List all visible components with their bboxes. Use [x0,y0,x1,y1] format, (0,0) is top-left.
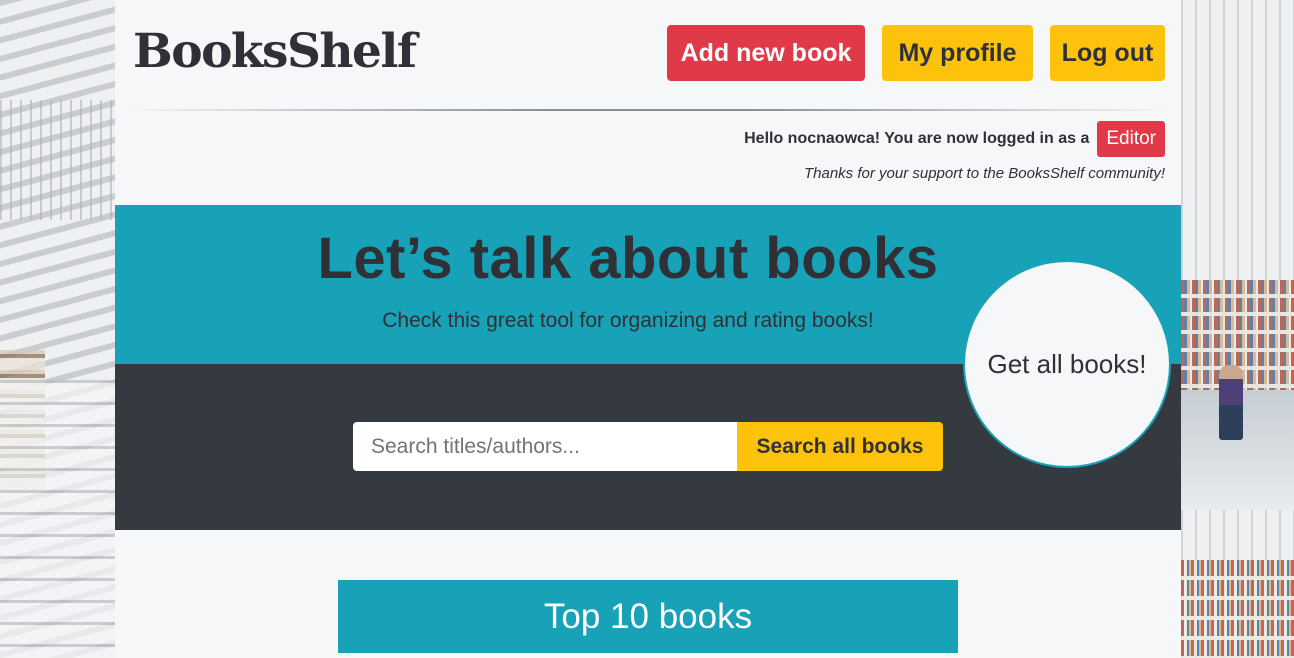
top-books-heading: Top 10 books [338,580,958,653]
bookshelf-decoration-lower [1181,560,1294,658]
background-photo-right [1181,0,1294,658]
search-input[interactable] [353,422,737,471]
header-nav: Add new book My profile Log out [667,25,1165,81]
railing-decoration [0,100,115,220]
search-all-books-button[interactable]: Search all books [737,422,943,471]
greeting-text: Hello nocnaowca! You are now logged in a… [744,130,1090,147]
get-all-books-button[interactable]: Get all books! [963,260,1171,468]
main-container: BooksShelf Add new book My profile Log o… [115,0,1181,658]
add-new-book-button[interactable]: Add new book [667,25,865,81]
user-greeting: Hello nocnaowca! You are now logged in a… [744,121,1165,157]
site-logo[interactable]: BooksShelf [133,24,417,79]
staircase-decoration [0,380,115,658]
log-out-button[interactable]: Log out [1050,25,1165,81]
header-divider [123,109,1173,111]
my-profile-button[interactable]: My profile [882,25,1033,81]
background-photo-left [0,0,115,658]
role-badge: Editor [1097,121,1165,157]
reader-figure [1219,365,1243,440]
thanks-message: Thanks for your support to the BooksShel… [803,165,1165,182]
site-header: BooksShelf Add new book My profile Log o… [115,0,1181,112]
search-form: Search all books [353,422,943,471]
